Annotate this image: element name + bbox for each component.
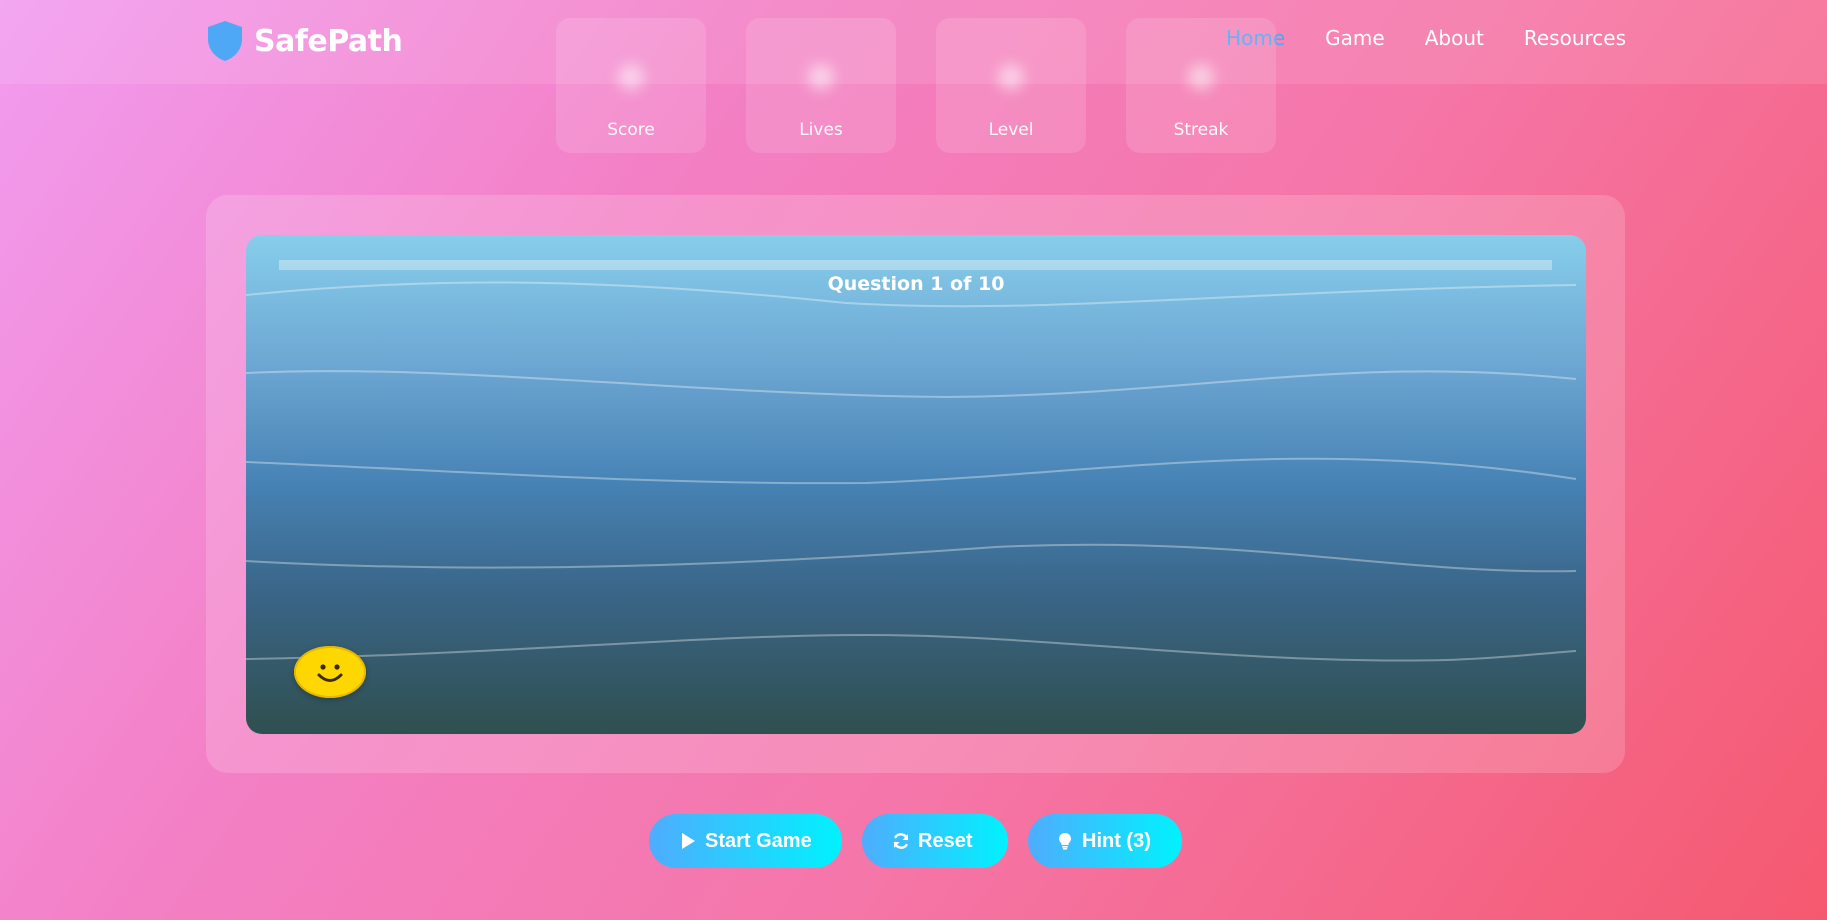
stat-value-glow [1188,64,1214,90]
water-waves [246,281,1577,662]
game-container: Question 1 of 10 [206,195,1625,773]
stat-level: Level [936,18,1086,153]
player-smiley-icon[interactable] [294,646,366,698]
stat-score: Score [556,18,706,153]
lightbulb-icon [1059,833,1071,850]
hint-label: Hint (3) [1082,829,1151,852]
stat-streak: Streak [1126,18,1276,153]
hint-button[interactable]: Hint (3) [1028,814,1182,868]
shield-icon [208,21,242,61]
stats-bar: Score Lives Level Streak [556,18,1276,153]
brand-name: SafePath [254,23,403,59]
nav-about[interactable]: About [1425,26,1484,50]
stat-label: Score [607,120,655,140]
reset-label: Reset [918,829,973,852]
stat-label: Lives [799,120,843,140]
stat-value-glow [808,64,834,90]
main-nav: Home Game About Resources [1226,26,1626,50]
nav-game[interactable]: Game [1325,26,1385,50]
question-counter: Question 1 of 10 [827,273,1005,295]
stat-lives: Lives [746,18,896,153]
nav-resources[interactable]: Resources [1524,26,1626,50]
progress-bar [279,260,1552,270]
game-controls: Start Game Reset Hint (3) [649,814,1182,868]
stat-value-glow [618,64,644,90]
game-canvas[interactable]: Question 1 of 10 [246,235,1586,734]
stat-value-glow [998,64,1024,90]
reset-button[interactable]: Reset [862,814,1008,868]
smiley-face-icon [317,664,343,682]
start-game-label: Start Game [705,829,812,852]
refresh-icon [893,833,909,849]
stat-label: Streak [1173,120,1229,140]
start-game-button[interactable]: Start Game [649,814,842,868]
stat-label: Level [988,120,1034,140]
brand[interactable]: SafePath [206,20,403,62]
play-icon [682,833,695,849]
